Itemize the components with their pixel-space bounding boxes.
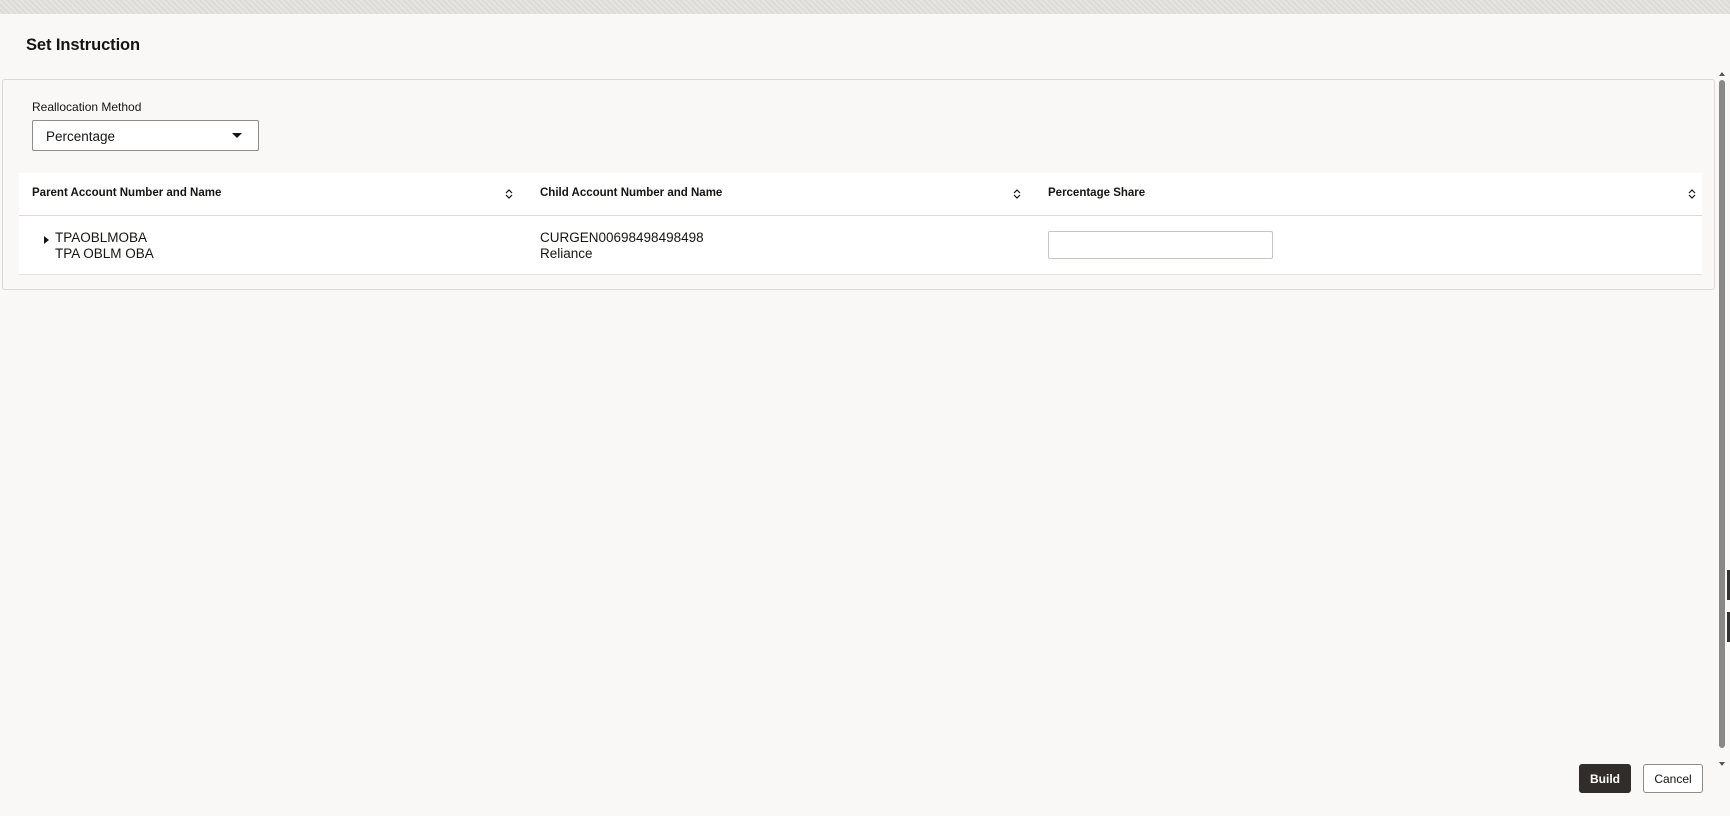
instruction-table: Parent Account Number and Name Child Acc… bbox=[19, 173, 1702, 275]
dialog-title: Set Instruction bbox=[26, 36, 141, 54]
reallocation-method-select[interactable]: Percentage bbox=[32, 120, 259, 151]
column-header-parent-account[interactable]: Parent Account Number and Name bbox=[19, 173, 527, 215]
percentage-share-cell bbox=[1035, 216, 1702, 274]
sort-icon[interactable] bbox=[504, 187, 514, 201]
scroll-down-arrow-icon[interactable] bbox=[1719, 762, 1725, 766]
chevron-down-icon bbox=[232, 133, 242, 138]
percentage-share-input[interactable] bbox=[1048, 231, 1273, 259]
column-header-label: Percentage Share bbox=[1048, 187, 1146, 199]
background-strip bbox=[0, 0, 1730, 14]
table-row: TPAOBLMOBA TPA OBLM OBA CURGEN0069849849… bbox=[19, 216, 1702, 275]
expand-arrow-icon[interactable] bbox=[43, 235, 51, 245]
sort-icon[interactable] bbox=[1012, 187, 1022, 201]
child-account-number: CURGEN00698498498498 bbox=[540, 230, 704, 245]
column-header-percentage-share[interactable]: Percentage Share bbox=[1035, 173, 1702, 215]
scroll-up-arrow-icon[interactable] bbox=[1719, 72, 1725, 76]
parent-account-name: TPA OBLM OBA bbox=[55, 246, 154, 261]
sort-icon[interactable] bbox=[1687, 187, 1697, 201]
column-header-label: Child Account Number and Name bbox=[540, 187, 723, 199]
set-instruction-dialog: Set Instruction Reallocation Method Perc… bbox=[0, 14, 1730, 816]
cancel-button[interactable]: Cancel bbox=[1643, 764, 1703, 793]
column-header-label: Parent Account Number and Name bbox=[32, 187, 222, 199]
vertical-scrollbar[interactable] bbox=[1718, 72, 1727, 766]
child-account-name: Reliance bbox=[540, 246, 593, 261]
table-header: Parent Account Number and Name Child Acc… bbox=[19, 173, 1702, 216]
scrollbar-thumb[interactable] bbox=[1719, 80, 1725, 748]
reallocation-method-label: Reallocation Method bbox=[32, 100, 142, 114]
child-account-cell: CURGEN00698498498498 Reliance bbox=[527, 216, 1035, 274]
parent-account-cell: TPAOBLMOBA TPA OBLM OBA bbox=[19, 216, 527, 274]
build-button[interactable]: Build bbox=[1579, 764, 1631, 793]
column-header-child-account[interactable]: Child Account Number and Name bbox=[527, 173, 1035, 215]
reallocation-method-value: Percentage bbox=[46, 129, 116, 144]
content-panel: Reallocation Method Percentage Parent Ac… bbox=[2, 79, 1715, 290]
parent-account-number: TPAOBLMOBA bbox=[55, 230, 148, 245]
